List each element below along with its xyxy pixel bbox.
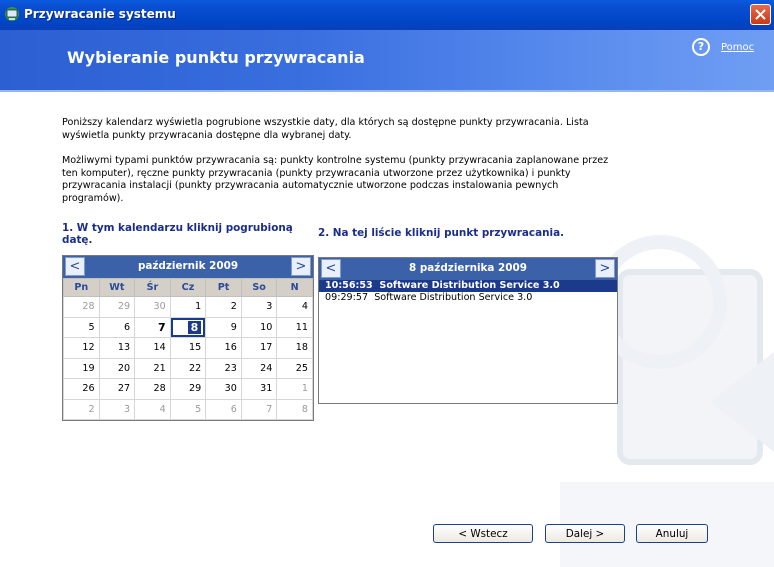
calendar-day[interactable]: 13 bbox=[98, 337, 136, 359]
calendar-day[interactable]: 27 bbox=[98, 378, 136, 400]
calendar-day[interactable]: 24 bbox=[240, 357, 278, 379]
calendar-day[interactable]: 6 bbox=[205, 398, 242, 420]
calendar-day[interactable]: 9 bbox=[205, 316, 242, 338]
calendar-day[interactable]: 15 bbox=[169, 337, 207, 359]
page-title: Wybieranie punktu przywracania bbox=[67, 48, 365, 67]
list-date-label: 8 października 2009 bbox=[409, 262, 527, 274]
calendar-day[interactable]: 4 bbox=[134, 398, 171, 420]
restore-point-time: 09:29:57 bbox=[325, 292, 369, 303]
calendar-day[interactable]: 2 bbox=[63, 398, 100, 420]
list-item[interactable]: 09:29:57 Software Distribution Service 3… bbox=[319, 292, 617, 304]
calendar-day[interactable]: 5 bbox=[169, 398, 207, 420]
calendar-day[interactable]: 16 bbox=[205, 337, 242, 359]
weekday-label: Pt bbox=[205, 278, 242, 297]
calendar-day[interactable]: 3 bbox=[98, 398, 136, 420]
weekday-label: Cz bbox=[169, 278, 207, 297]
calendar-day-selected[interactable]: 8 bbox=[169, 316, 207, 338]
calendar-day[interactable]: 18 bbox=[276, 337, 313, 359]
next-button[interactable]: Dalej > bbox=[545, 524, 625, 543]
weekday-label: Śr bbox=[134, 278, 171, 297]
window-title: Przywracanie systemu bbox=[24, 7, 176, 21]
calendar-day[interactable]: 2 bbox=[205, 296, 242, 318]
weekday-label: N bbox=[276, 278, 313, 297]
calendar-day[interactable]: 29 bbox=[169, 378, 207, 400]
calendar-next-button[interactable]: > bbox=[291, 257, 311, 276]
calendar-day[interactable]: 5 bbox=[63, 316, 100, 338]
calendar-day[interactable]: 4 bbox=[276, 296, 313, 318]
calendar-day[interactable]: 22 bbox=[169, 357, 207, 379]
calendar-day[interactable]: 31 bbox=[240, 378, 278, 400]
calendar-day[interactable]: 8 bbox=[276, 398, 313, 420]
calendar: < październik 2009 > Pn Wt Śr Cz Pt So N… bbox=[62, 255, 314, 421]
calendar-day[interactable]: 3 bbox=[240, 296, 278, 318]
calendar-day[interactable]: 21 bbox=[134, 357, 171, 379]
calendar-day[interactable]: 19 bbox=[63, 357, 100, 379]
system-restore-icon bbox=[4, 6, 20, 22]
calendar-day[interactable]: 12 bbox=[63, 337, 100, 359]
calendar-day[interactable]: 10 bbox=[240, 316, 278, 338]
calendar-day[interactable]: 6 bbox=[98, 316, 136, 338]
calendar-day[interactable]: 29 bbox=[98, 296, 136, 318]
list-next-button[interactable]: > bbox=[595, 259, 615, 278]
restore-point-time: 10:56:53 bbox=[325, 280, 373, 291]
list-instruction: 2. Na tej liście kliknij punkt przywraca… bbox=[318, 227, 565, 239]
calendar-day[interactable]: 28 bbox=[134, 378, 171, 400]
help-link[interactable]: Pomoc bbox=[721, 42, 754, 53]
list-item-selected[interactable]: 10:56:53 Software Distribution Service 3… bbox=[319, 280, 617, 292]
weekday-label: So bbox=[240, 278, 278, 297]
restore-point-name: Software Distribution Service 3.0 bbox=[374, 292, 533, 303]
calendar-day-with-restore-point[interactable]: 7 bbox=[134, 316, 171, 338]
back-button[interactable]: < Wstecz bbox=[433, 524, 533, 543]
calendar-grid: Pn Wt Śr Cz Pt So N 28 29 30 1 2 3 4 5 6… bbox=[63, 278, 313, 420]
calendar-instruction: 1. W tym kalendarzu kliknij pogrubioną d… bbox=[62, 222, 293, 246]
calendar-day[interactable]: 7 bbox=[240, 398, 278, 420]
weekday-label: Wt bbox=[98, 278, 136, 297]
help-icon[interactable]: ? bbox=[692, 38, 710, 56]
calendar-day[interactable]: 14 bbox=[134, 337, 171, 359]
close-icon bbox=[755, 9, 766, 20]
restore-point-name: Software Distribution Service 3.0 bbox=[379, 280, 560, 291]
calendar-day[interactable]: 23 bbox=[205, 357, 242, 379]
main-area: Poniższy kalendarz wyświetla pogrubione … bbox=[0, 92, 774, 567]
calendar-day[interactable]: 17 bbox=[240, 337, 278, 359]
header-banner: Wybieranie punktu przywracania ? Pomoc bbox=[0, 30, 774, 90]
calendar-month-label: październik 2009 bbox=[137, 260, 239, 272]
title-bar: Przywracanie systemu bbox=[0, 0, 774, 30]
calendar-day[interactable]: 30 bbox=[205, 378, 242, 400]
calendar-day[interactable]: 26 bbox=[63, 378, 100, 400]
calendar-day[interactable]: 20 bbox=[98, 357, 136, 379]
weekday-label: Pn bbox=[63, 278, 100, 297]
list-header: < 8 października 2009 > bbox=[319, 258, 617, 280]
calendar-day[interactable]: 25 bbox=[276, 357, 313, 379]
calendar-day[interactable]: 30 bbox=[134, 296, 171, 318]
restore-point-list: < 8 października 2009 > 10:56:53 Softwar… bbox=[318, 257, 618, 404]
calendar-header: < październik 2009 > bbox=[63, 256, 313, 278]
selected-day-label: 8 bbox=[187, 320, 202, 334]
calendar-day[interactable]: 1 bbox=[169, 296, 207, 318]
close-button[interactable] bbox=[750, 4, 771, 25]
intro-paragraph-2: Możliwymi typami punktów przywracania są… bbox=[62, 155, 609, 204]
calendar-day[interactable]: 28 bbox=[63, 296, 100, 318]
intro-paragraph-1: Poniższy kalendarz wyświetla pogrubione … bbox=[62, 117, 589, 141]
cancel-button[interactable]: Anuluj bbox=[636, 524, 708, 543]
calendar-day[interactable]: 11 bbox=[276, 316, 313, 338]
calendar-day[interactable]: 1 bbox=[276, 378, 313, 400]
